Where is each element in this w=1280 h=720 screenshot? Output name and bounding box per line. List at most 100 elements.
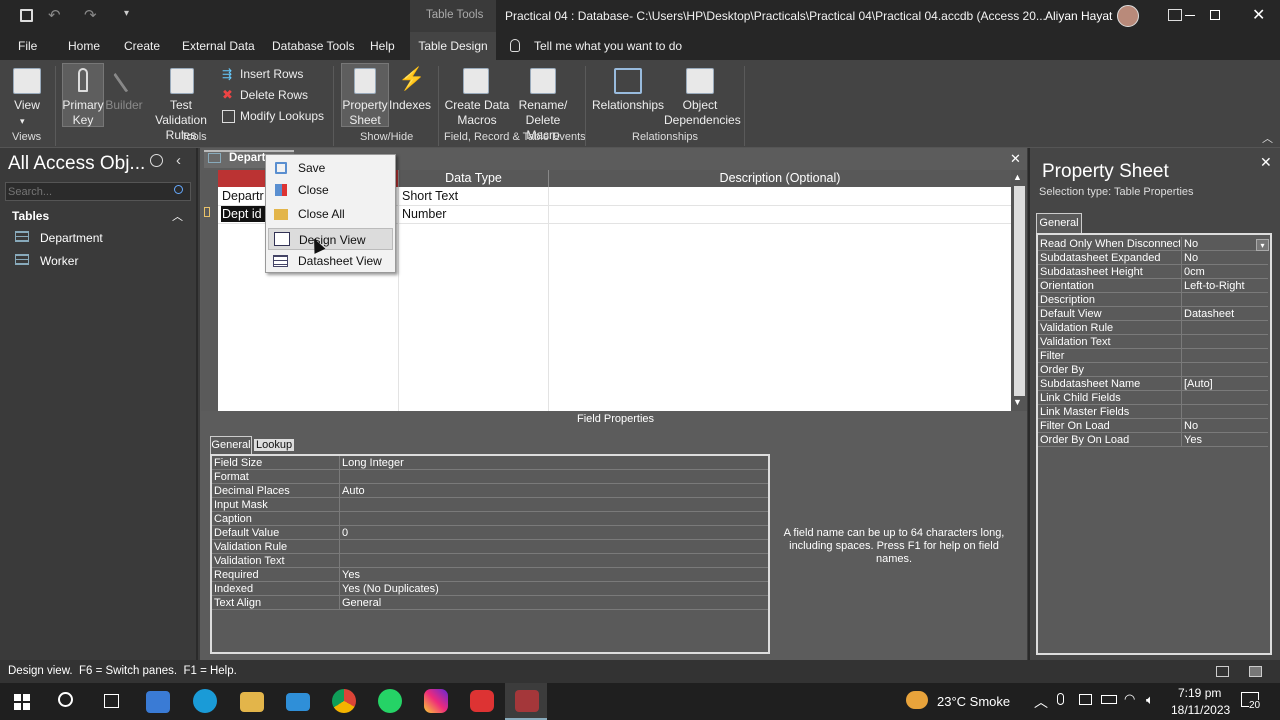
nav-menu-icon[interactable] <box>150 154 163 167</box>
menu-item-close-all[interactable]: Close All <box>268 203 393 225</box>
field-property-row[interactable]: Format <box>212 470 768 484</box>
property-value[interactable] <box>1181 363 1271 377</box>
tab-home[interactable]: Home <box>68 32 100 60</box>
cell-field-name[interactable]: Departr <box>222 189 264 203</box>
field-property-row[interactable]: Text Align General <box>212 596 768 610</box>
property-row[interactable]: Order By On Load Yes <box>1038 433 1268 447</box>
design-view-icon[interactable] <box>1249 666 1262 677</box>
close-window-icon[interactable]: ✕ <box>1252 5 1265 25</box>
file-explorer-icon[interactable] <box>240 692 264 712</box>
field-property-value[interactable]: Yes (No Duplicates) <box>339 582 769 596</box>
clock-time[interactable]: 7:19 pm <box>1178 686 1221 700</box>
relationships-button[interactable]: Relationships <box>592 98 664 113</box>
cell-data-type[interactable]: Short Text <box>402 189 458 203</box>
datasheet-view-icon[interactable] <box>1216 666 1229 677</box>
modify-lookups-button[interactable]: Modify Lookups <box>240 109 324 124</box>
whatsapp-icon[interactable] <box>378 689 402 713</box>
property-row[interactable]: Validation Rule <box>1038 321 1268 335</box>
property-value[interactable]: Left-to-Right <box>1181 279 1271 293</box>
property-row[interactable]: Subdatasheet Expanded No <box>1038 251 1268 265</box>
property-value[interactable]: Yes <box>1181 433 1271 447</box>
mail-icon[interactable] <box>286 693 310 711</box>
insert-rows-button[interactable]: Insert Rows <box>240 67 303 82</box>
property-value[interactable]: Datasheet <box>1181 307 1271 321</box>
search-icon[interactable] <box>174 185 183 194</box>
cell-field-name[interactable]: Dept id <box>222 207 262 221</box>
field-property-value[interactable]: Yes <box>339 568 769 582</box>
close-document-icon[interactable]: ✕ <box>1010 151 1021 167</box>
menu-item-design-view[interactable]: Design View <box>268 228 393 250</box>
field-property-value[interactable] <box>339 498 769 512</box>
tab-database-tools[interactable]: Database Tools <box>272 32 355 60</box>
tab-table-design[interactable]: Table Design <box>410 32 496 60</box>
touchpad-icon[interactable] <box>1079 694 1092 705</box>
menu-item-save[interactable]: Save <box>268 157 393 179</box>
field-property-value[interactable]: Long Integer <box>339 456 769 470</box>
task-view-icon[interactable] <box>104 694 119 708</box>
volume-icon[interactable]: 🔈︎ <box>1146 692 1154 708</box>
edge-icon[interactable] <box>193 689 217 713</box>
tab-external-data[interactable]: External Data <box>182 32 255 60</box>
ribbon-display-icon[interactable] <box>1168 9 1182 21</box>
nav-item-worker[interactable]: Worker <box>40 254 78 268</box>
indexes-button[interactable]: Indexes <box>389 98 431 113</box>
user-avatar[interactable] <box>1117 5 1139 27</box>
field-property-row[interactable]: Validation Text <box>212 554 768 568</box>
field-property-row[interactable]: Input Mask <box>212 498 768 512</box>
minimize-icon[interactable] <box>1185 15 1195 16</box>
property-value[interactable]: [Auto] <box>1181 377 1271 391</box>
builder-button[interactable]: Builder <box>104 98 144 113</box>
weather-text[interactable]: 23°C Smoke <box>937 694 1010 709</box>
customize-quick-access-icon[interactable]: ▾ <box>124 8 129 19</box>
field-property-value[interactable] <box>339 540 769 554</box>
property-value[interactable]: 0cm <box>1181 265 1271 279</box>
property-value[interactable] <box>1181 349 1271 363</box>
property-value[interactable] <box>1181 391 1271 405</box>
menu-item-datasheet-view[interactable]: Datasheet View <box>268 250 393 272</box>
nav-pane-title[interactable]: All Access Obj... <box>8 153 145 175</box>
collapse-section-icon[interactable]: ︿ <box>172 208 183 224</box>
microphone-icon[interactable] <box>1057 693 1064 705</box>
fp-tab-general[interactable]: General <box>210 436 252 454</box>
delete-rows-button[interactable]: Delete Rows <box>240 88 308 103</box>
object-dependencies-button[interactable]: Object Dependencies <box>664 98 741 128</box>
field-property-row[interactable]: Default Value 0 <box>212 526 768 540</box>
property-row[interactable]: Order By <box>1038 363 1268 377</box>
show-hidden-icons[interactable]: ︿ <box>1034 692 1048 712</box>
field-property-value[interactable] <box>339 554 769 568</box>
start-icon[interactable] <box>14 694 30 710</box>
field-property-value[interactable] <box>339 512 769 526</box>
user-name[interactable]: Aliyan Hayat <box>1045 9 1112 23</box>
field-property-row[interactable]: Required Yes <box>212 568 768 582</box>
scroll-down-icon[interactable]: ▼ <box>1013 397 1022 407</box>
property-row[interactable]: Subdatasheet Name [Auto] <box>1038 377 1268 391</box>
close-property-sheet-icon[interactable]: ✕ <box>1260 154 1272 171</box>
property-value[interactable]: No <box>1181 251 1271 265</box>
property-value[interactable]: No <box>1181 419 1271 433</box>
property-value[interactable] <box>1181 321 1271 335</box>
property-row[interactable]: Orientation Left-to-Right <box>1038 279 1268 293</box>
access-icon[interactable] <box>515 690 539 712</box>
ps-tab-general[interactable]: General <box>1036 213 1082 233</box>
property-row[interactable]: Subdatasheet Height 0cm <box>1038 265 1268 279</box>
field-property-row[interactable]: Decimal Places Auto <box>212 484 768 498</box>
field-property-value[interactable]: 0 <box>339 526 769 540</box>
property-value[interactable] <box>1181 293 1271 307</box>
tab-file[interactable]: File <box>18 32 37 60</box>
field-property-row[interactable]: Caption <box>212 512 768 526</box>
property-row[interactable]: Description <box>1038 293 1268 307</box>
weather-icon[interactable] <box>906 691 928 709</box>
battery-icon[interactable] <box>1101 695 1117 704</box>
field-property-row[interactable]: Indexed Yes (No Duplicates) <box>212 582 768 596</box>
field-property-value[interactable]: Auto <box>339 484 769 498</box>
field-property-row[interactable]: Field Size Long Integer <box>212 456 768 470</box>
property-value[interactable] <box>1181 335 1271 349</box>
field-property-value[interactable] <box>339 470 769 484</box>
fp-tab-lookup[interactable]: Lookup <box>254 439 295 451</box>
view-button[interactable]: View <box>6 98 48 113</box>
field-property-value[interactable]: General <box>339 596 769 610</box>
maximize-icon[interactable] <box>1210 10 1220 20</box>
redo-icon[interactable]: ↷ <box>84 6 97 24</box>
shutter-bar-icon[interactable]: ‹ <box>176 152 181 169</box>
property-row[interactable]: Validation Text <box>1038 335 1268 349</box>
